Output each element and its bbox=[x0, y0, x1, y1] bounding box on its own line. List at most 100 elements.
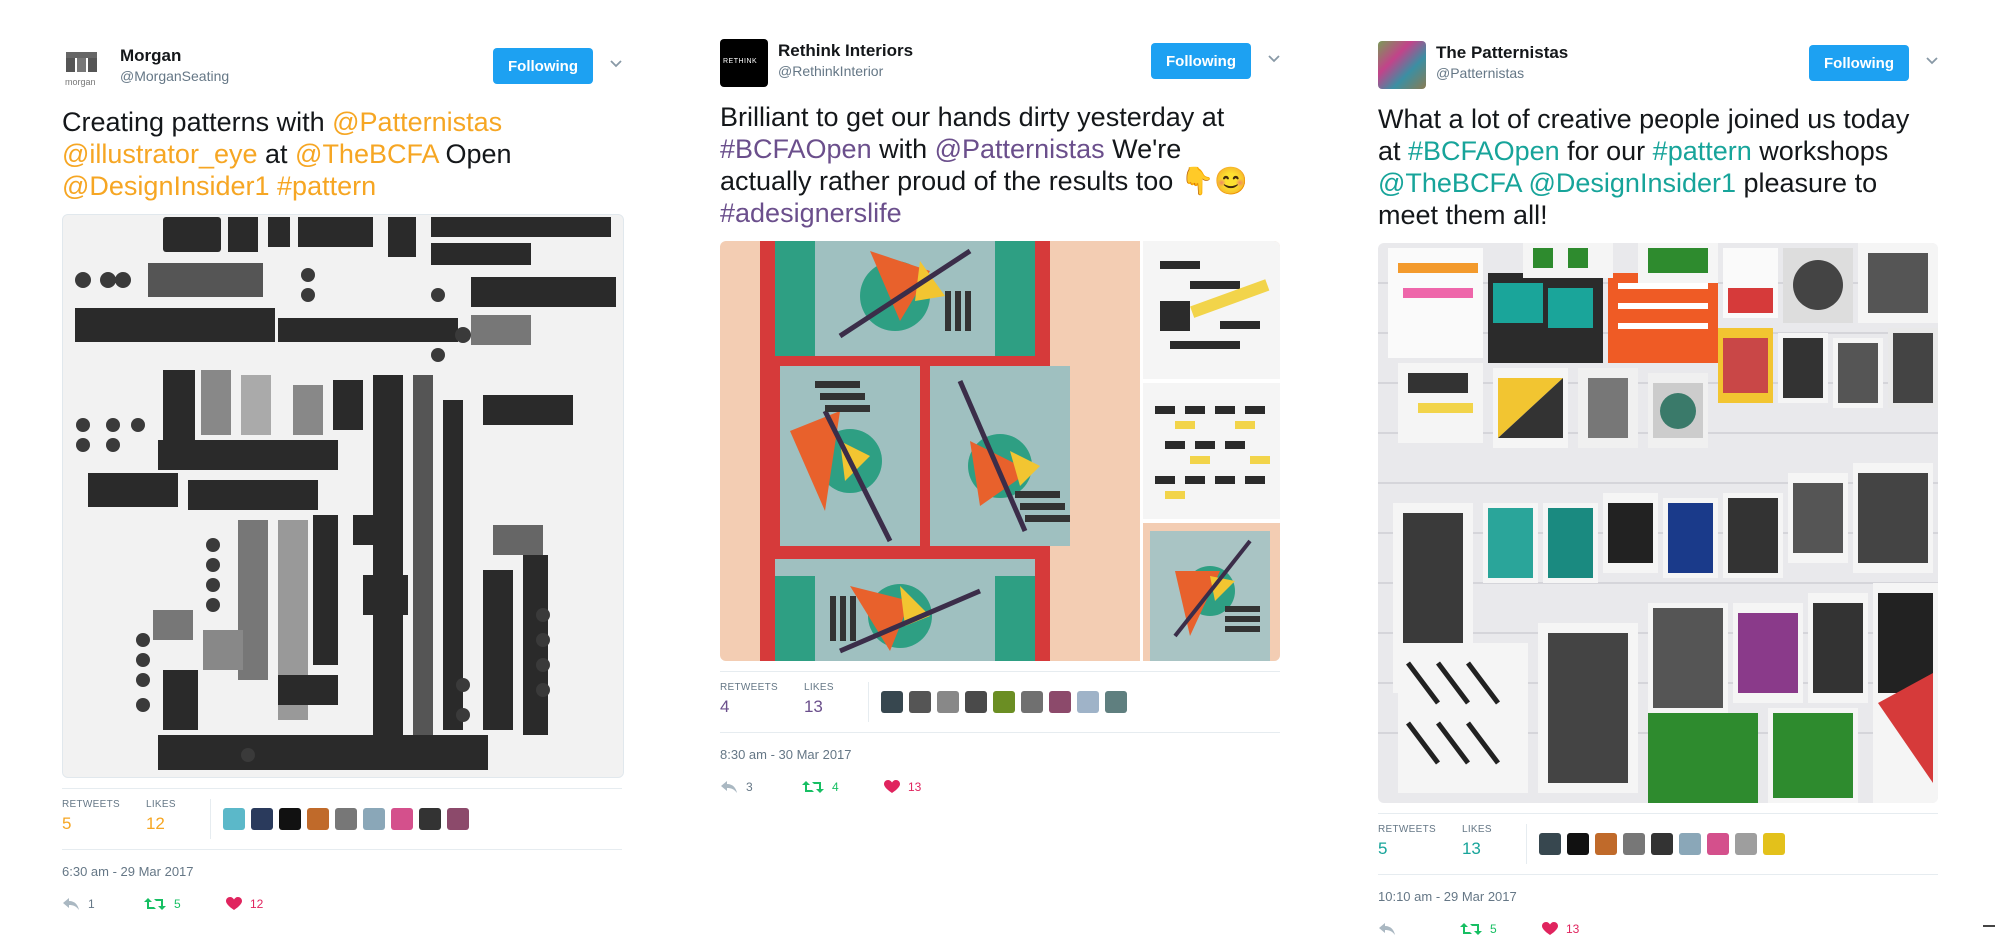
heart-icon bbox=[1542, 922, 1558, 935]
liker-avatar[interactable] bbox=[390, 808, 413, 830]
following-button[interactable]: Following bbox=[493, 48, 593, 84]
tweet-link[interactable]: #pattern bbox=[277, 171, 376, 201]
avatar-wordmark: morgan bbox=[65, 77, 96, 87]
likes-label: LIKES bbox=[145, 799, 176, 810]
retweets-stat[interactable]: RETWEETS 5 bbox=[62, 799, 120, 834]
following-button[interactable]: Following bbox=[1809, 45, 1909, 81]
retweet-icon bbox=[1460, 923, 1482, 935]
retweet-button[interactable]: 5 bbox=[1460, 922, 1542, 936]
likes-stat[interactable]: LIKES 13 bbox=[804, 682, 834, 717]
liker-avatar[interactable] bbox=[1678, 833, 1701, 855]
avatar[interactable]: RETHINK bbox=[720, 39, 768, 87]
retweet-button[interactable]: 5 bbox=[144, 897, 226, 911]
following-button[interactable]: Following bbox=[1151, 43, 1251, 79]
chevron-down-icon[interactable] bbox=[1924, 53, 1940, 69]
tweet-link[interactable]: #adesignerslife bbox=[720, 198, 902, 228]
reply-button[interactable]: 1 bbox=[62, 897, 144, 911]
like-count: 13 bbox=[1566, 922, 1580, 936]
chevron-down-icon[interactable] bbox=[1266, 51, 1282, 67]
handle[interactable]: @Patternistas bbox=[1436, 65, 1524, 81]
like-button[interactable]: 12 bbox=[226, 897, 308, 911]
liker-avatar[interactable] bbox=[250, 808, 273, 830]
chevron-down-icon[interactable] bbox=[608, 56, 624, 72]
tweet-actions: 1 5 12 bbox=[62, 897, 622, 911]
tweet-link[interactable]: @Patternistas bbox=[935, 134, 1105, 164]
likes-count: 13 bbox=[1461, 839, 1481, 858]
retweets-stat[interactable]: RETWEETS 5 bbox=[1378, 824, 1436, 859]
tweet-link[interactable]: @illustrator_eye bbox=[62, 139, 258, 169]
tweet-text-fragment: Open bbox=[438, 139, 512, 169]
liker-avatar[interactable] bbox=[1538, 833, 1561, 855]
liker-avatar[interactable] bbox=[964, 691, 987, 713]
timestamp[interactable]: 10:10 am - 29 Mar 2017 bbox=[1378, 889, 1938, 904]
retweets-count: 5 bbox=[62, 814, 72, 833]
pattern-print-image bbox=[63, 215, 623, 777]
retweet-button[interactable]: 4 bbox=[802, 780, 884, 794]
liker-avatar[interactable] bbox=[1622, 833, 1645, 855]
handle[interactable]: @MorganSeating bbox=[120, 68, 229, 84]
engagement-stats: RETWEETS 5 LIKES 13 bbox=[1378, 813, 1938, 875]
likes-stat[interactable]: LIKES 13 bbox=[1462, 824, 1492, 859]
reply-button[interactable] bbox=[1378, 922, 1460, 936]
liker-avatar[interactable] bbox=[1706, 833, 1729, 855]
liker-avatar[interactable] bbox=[1566, 833, 1589, 855]
liker-avatar[interactable] bbox=[1734, 833, 1757, 855]
like-count: 13 bbox=[908, 780, 922, 794]
like-count: 12 bbox=[250, 897, 264, 911]
reply-icon bbox=[1379, 923, 1395, 935]
reply-button[interactable]: 3 bbox=[720, 780, 802, 794]
likes-count: 13 bbox=[803, 697, 823, 716]
liker-avatar[interactable] bbox=[278, 808, 301, 830]
display-name[interactable]: Rethink Interiors bbox=[778, 41, 913, 61]
liker-avatar[interactable] bbox=[362, 808, 385, 830]
display-name[interactable]: The Patternistas bbox=[1436, 43, 1568, 63]
tweet-link[interactable]: @TheBCFA bbox=[295, 139, 438, 169]
like-button[interactable]: 13 bbox=[884, 780, 966, 794]
tweet-text: What a lot of creative people joined us … bbox=[1378, 103, 1938, 231]
liker-avatar[interactable] bbox=[936, 691, 959, 713]
retweets-stat[interactable]: RETWEETS 4 bbox=[720, 682, 778, 717]
tweet-link[interactable]: #BCFAOpen bbox=[1408, 136, 1560, 166]
like-button[interactable]: 13 bbox=[1542, 922, 1624, 936]
avatar[interactable]: morgan bbox=[62, 44, 110, 92]
likes-label: LIKES bbox=[1461, 824, 1492, 835]
liker-avatar[interactable] bbox=[1020, 691, 1043, 713]
liker-avatar[interactable] bbox=[446, 808, 469, 830]
liker-avatar[interactable] bbox=[334, 808, 357, 830]
tweet-link[interactable]: @DesignInsider1 bbox=[62, 171, 270, 201]
liker-avatar[interactable] bbox=[1076, 691, 1099, 713]
timestamp[interactable]: 8:30 am - 30 Mar 2017 bbox=[720, 747, 1280, 762]
liker-avatars bbox=[209, 799, 475, 839]
tweet-link[interactable]: @TheBCFA bbox=[1378, 168, 1521, 198]
liker-avatar[interactable] bbox=[1594, 833, 1617, 855]
tweet-link[interactable]: @Patternistas bbox=[332, 107, 502, 137]
liker-avatar[interactable] bbox=[222, 808, 245, 830]
liker-avatar[interactable] bbox=[992, 691, 1015, 713]
liker-avatar[interactable] bbox=[880, 691, 903, 713]
tweet-link[interactable]: @DesignInsider1 bbox=[1528, 168, 1736, 198]
tweet-header: morgan Morgan @MorganSeating Following bbox=[62, 44, 622, 92]
tweet-link[interactable]: #BCFAOpen bbox=[720, 134, 872, 164]
display-name[interactable]: Morgan bbox=[120, 46, 181, 66]
tweet-photo-grid[interactable] bbox=[720, 241, 1280, 661]
liker-avatar[interactable] bbox=[908, 691, 931, 713]
timestamp[interactable]: 6:30 am - 29 Mar 2017 bbox=[62, 864, 622, 879]
handle[interactable]: @RethinkInterior bbox=[778, 63, 883, 79]
avatar[interactable] bbox=[1378, 41, 1426, 89]
liker-avatar[interactable] bbox=[418, 808, 441, 830]
tweet-text-fragment: for our bbox=[1559, 136, 1653, 166]
retweet-icon bbox=[802, 781, 824, 793]
liker-avatar[interactable] bbox=[306, 808, 329, 830]
liker-avatar[interactable] bbox=[1762, 833, 1785, 855]
tweet-link[interactable]: #pattern bbox=[1653, 136, 1752, 166]
engagement-stats: RETWEETS 4 LIKES 13 bbox=[720, 671, 1280, 733]
liker-avatar[interactable] bbox=[1048, 691, 1071, 713]
liker-avatars bbox=[867, 682, 1133, 722]
likes-stat[interactable]: LIKES 12 bbox=[146, 799, 176, 834]
liker-avatar[interactable] bbox=[1104, 691, 1127, 713]
tweet-photo[interactable] bbox=[62, 214, 624, 778]
liker-avatar[interactable] bbox=[1650, 833, 1673, 855]
tweet-photo[interactable] bbox=[1378, 243, 1938, 803]
retweets-label: RETWEETS bbox=[62, 799, 120, 810]
tweet-card-morgan: morgan Morgan @MorganSeating Following C… bbox=[62, 44, 624, 911]
